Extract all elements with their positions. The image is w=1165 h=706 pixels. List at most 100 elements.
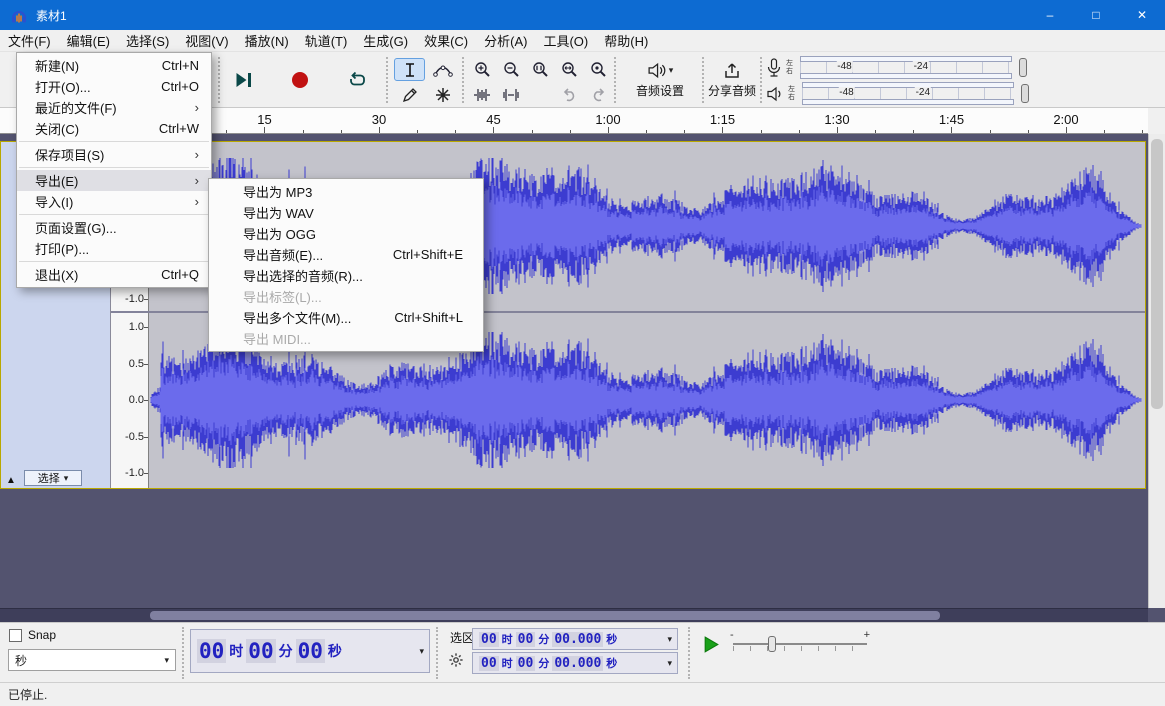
- timeline-major-tick: [951, 127, 952, 133]
- vscroll-thumb[interactable]: [1151, 139, 1163, 409]
- envelope-tool-button[interactable]: [427, 58, 458, 81]
- playback-speed-slider[interactable]: - +: [730, 629, 870, 657]
- recording-volume-slider[interactable]: [1016, 56, 1031, 79]
- menu-item[interactable]: 新建(N)Ctrl+N: [17, 55, 211, 76]
- track-select-button[interactable]: 选择 ▾: [24, 470, 82, 486]
- time-digits[interactable]: 00: [246, 639, 275, 663]
- menu-item[interactable]: 打印(P)...: [17, 238, 211, 259]
- minimize-button[interactable]: –: [1027, 0, 1073, 30]
- close-button[interactable]: ✕: [1119, 0, 1165, 30]
- menu-item[interactable]: 退出(X)Ctrl+Q: [17, 264, 211, 285]
- time-digits[interactable]: 00: [516, 632, 536, 647]
- maximize-button[interactable]: □: [1073, 0, 1119, 30]
- caret-down-icon[interactable]: ▾: [663, 634, 672, 645]
- toolbar-grip[interactable]: [760, 57, 763, 103]
- collapse-track-icon[interactable]: ▲: [6, 475, 16, 486]
- toolbar-grip[interactable]: [702, 57, 705, 103]
- menubar-item[interactable]: 帮助(H): [596, 30, 656, 51]
- undo-button[interactable]: [555, 83, 583, 106]
- hscroll-thumb[interactable]: [150, 611, 940, 620]
- menubar-item[interactable]: 工具(O): [535, 30, 596, 51]
- toolbar-grip[interactable]: [386, 57, 389, 103]
- menubar-item[interactable]: 视图(V): [177, 30, 236, 51]
- record-button[interactable]: [281, 57, 319, 102]
- selection-tool-button[interactable]: [394, 58, 425, 81]
- silence-audio-button[interactable]: [497, 83, 525, 106]
- menu-item[interactable]: 导出(E)›: [17, 170, 211, 191]
- snap-checkbox-row[interactable]: Snap: [9, 628, 56, 642]
- menubar-item[interactable]: 文件(F): [0, 30, 59, 51]
- caret-down-icon[interactable]: ▾: [663, 658, 672, 669]
- menu-item[interactable]: 保存项目(S)›: [17, 144, 211, 165]
- selection-label: 选区: [450, 629, 474, 646]
- menu-item[interactable]: 导出为 OGG: [209, 223, 483, 244]
- time-digits[interactable]: 00: [479, 656, 499, 671]
- selection-start-display[interactable]: 00时00分00.000秒▾: [472, 628, 678, 650]
- menubar-item[interactable]: 轨道(T): [297, 30, 356, 51]
- menu-item[interactable]: 导出 MIDI...: [209, 328, 483, 349]
- menubar-item[interactable]: 编辑(E): [59, 30, 118, 51]
- recording-meter[interactable]: 左 右 -48 -24: [766, 55, 1048, 80]
- menu-item[interactable]: 页面设置(G)...: [17, 217, 211, 238]
- menu-item[interactable]: 导入(I)›: [17, 191, 211, 212]
- play-at-speed-button[interactable]: [698, 631, 724, 657]
- toolbar-grip[interactable]: [218, 57, 221, 103]
- menu-bar: 文件(F)编辑(E)选择(S)视图(V)播放(N)轨道(T)生成(G)效果(C)…: [0, 30, 1165, 52]
- caret-down-icon[interactable]: ▾: [415, 646, 424, 657]
- toolbar-grip[interactable]: [688, 627, 691, 679]
- menubar-item[interactable]: 生成(G): [355, 30, 416, 51]
- speed-slider-thumb[interactable]: [768, 636, 776, 652]
- ruler-tick: [144, 299, 148, 300]
- time-digits[interactable]: 00.000: [552, 656, 603, 671]
- menubar-item[interactable]: 效果(C): [416, 30, 476, 51]
- playback-meter[interactable]: 左 右 -48 -24: [766, 81, 1048, 106]
- horizontal-scrollbar[interactable]: [0, 608, 1148, 622]
- selection-end-display[interactable]: 00时00分00.000秒▾: [472, 652, 678, 674]
- menubar-item[interactable]: 选择(S): [118, 30, 177, 51]
- toolbar-grip[interactable]: [182, 627, 185, 679]
- zoom-out-button[interactable]: [497, 58, 525, 81]
- menubar-item[interactable]: 分析(A): [476, 30, 535, 51]
- menu-item[interactable]: 关闭(C)Ctrl+W: [17, 118, 211, 139]
- redo-button[interactable]: [584, 83, 612, 106]
- trim-audio-button[interactable]: [468, 83, 496, 106]
- menu-item[interactable]: 导出选择的音频(R)...: [209, 265, 483, 286]
- audio-position-display[interactable]: 00时00分00秒▾: [190, 629, 430, 673]
- time-digits[interactable]: 00.000: [552, 632, 603, 647]
- menu-item[interactable]: 打开(O)...Ctrl+O: [17, 76, 211, 97]
- time-digits[interactable]: 00: [479, 632, 499, 647]
- playback-volume-slider[interactable]: [1018, 82, 1033, 105]
- menu-item[interactable]: 最近的文件(F)›: [17, 97, 211, 118]
- menubar-item[interactable]: 播放(N): [237, 30, 297, 51]
- time-digits[interactable]: 00: [197, 639, 226, 663]
- menu-item[interactable]: 导出多个文件(M)...Ctrl+Shift+L: [209, 307, 483, 328]
- menu-item[interactable]: 导出标签(L)...: [209, 286, 483, 307]
- time-unit-label: 分: [538, 631, 549, 647]
- multi-tool-button[interactable]: [427, 83, 458, 106]
- menu-item[interactable]: 导出为 WAV: [209, 202, 483, 223]
- toolbar-grip[interactable]: [614, 57, 617, 103]
- trim-icon: [472, 85, 492, 105]
- audio-setup-button[interactable]: ▾ 音频设置: [620, 56, 700, 104]
- draw-tool-button[interactable]: [394, 83, 425, 106]
- menu-item[interactable]: 导出为 MP3: [209, 181, 483, 202]
- zoom-fit-button[interactable]: [555, 58, 583, 81]
- snap-checkbox[interactable]: [9, 629, 22, 642]
- skip-to-end-button[interactable]: [224, 57, 262, 102]
- toolbar-grip[interactable]: [462, 57, 465, 103]
- time-digits[interactable]: 00: [516, 656, 536, 671]
- vertical-ruler-right-channel[interactable]: 1.00.50.0-0.5-1.0: [111, 313, 149, 488]
- snap-unit-select[interactable]: 秒 ▾: [8, 649, 176, 671]
- caret-down-icon: ▾: [669, 65, 674, 76]
- gear-icon[interactable]: [448, 652, 464, 668]
- share-audio-button[interactable]: 分享音频: [706, 56, 758, 104]
- vertical-scrollbar[interactable]: [1148, 134, 1165, 608]
- zoom-toggle-button[interactable]: [584, 58, 612, 81]
- zoom-in-button[interactable]: [468, 58, 496, 81]
- timeline-tick-label: 2:00: [1053, 112, 1078, 127]
- zoom-selection-button[interactable]: [526, 58, 554, 81]
- toolbar-grip[interactable]: [436, 627, 439, 679]
- loop-button[interactable]: [338, 57, 376, 102]
- menu-item[interactable]: 导出音频(E)...Ctrl+Shift+E: [209, 244, 483, 265]
- time-digits[interactable]: 00: [296, 639, 325, 663]
